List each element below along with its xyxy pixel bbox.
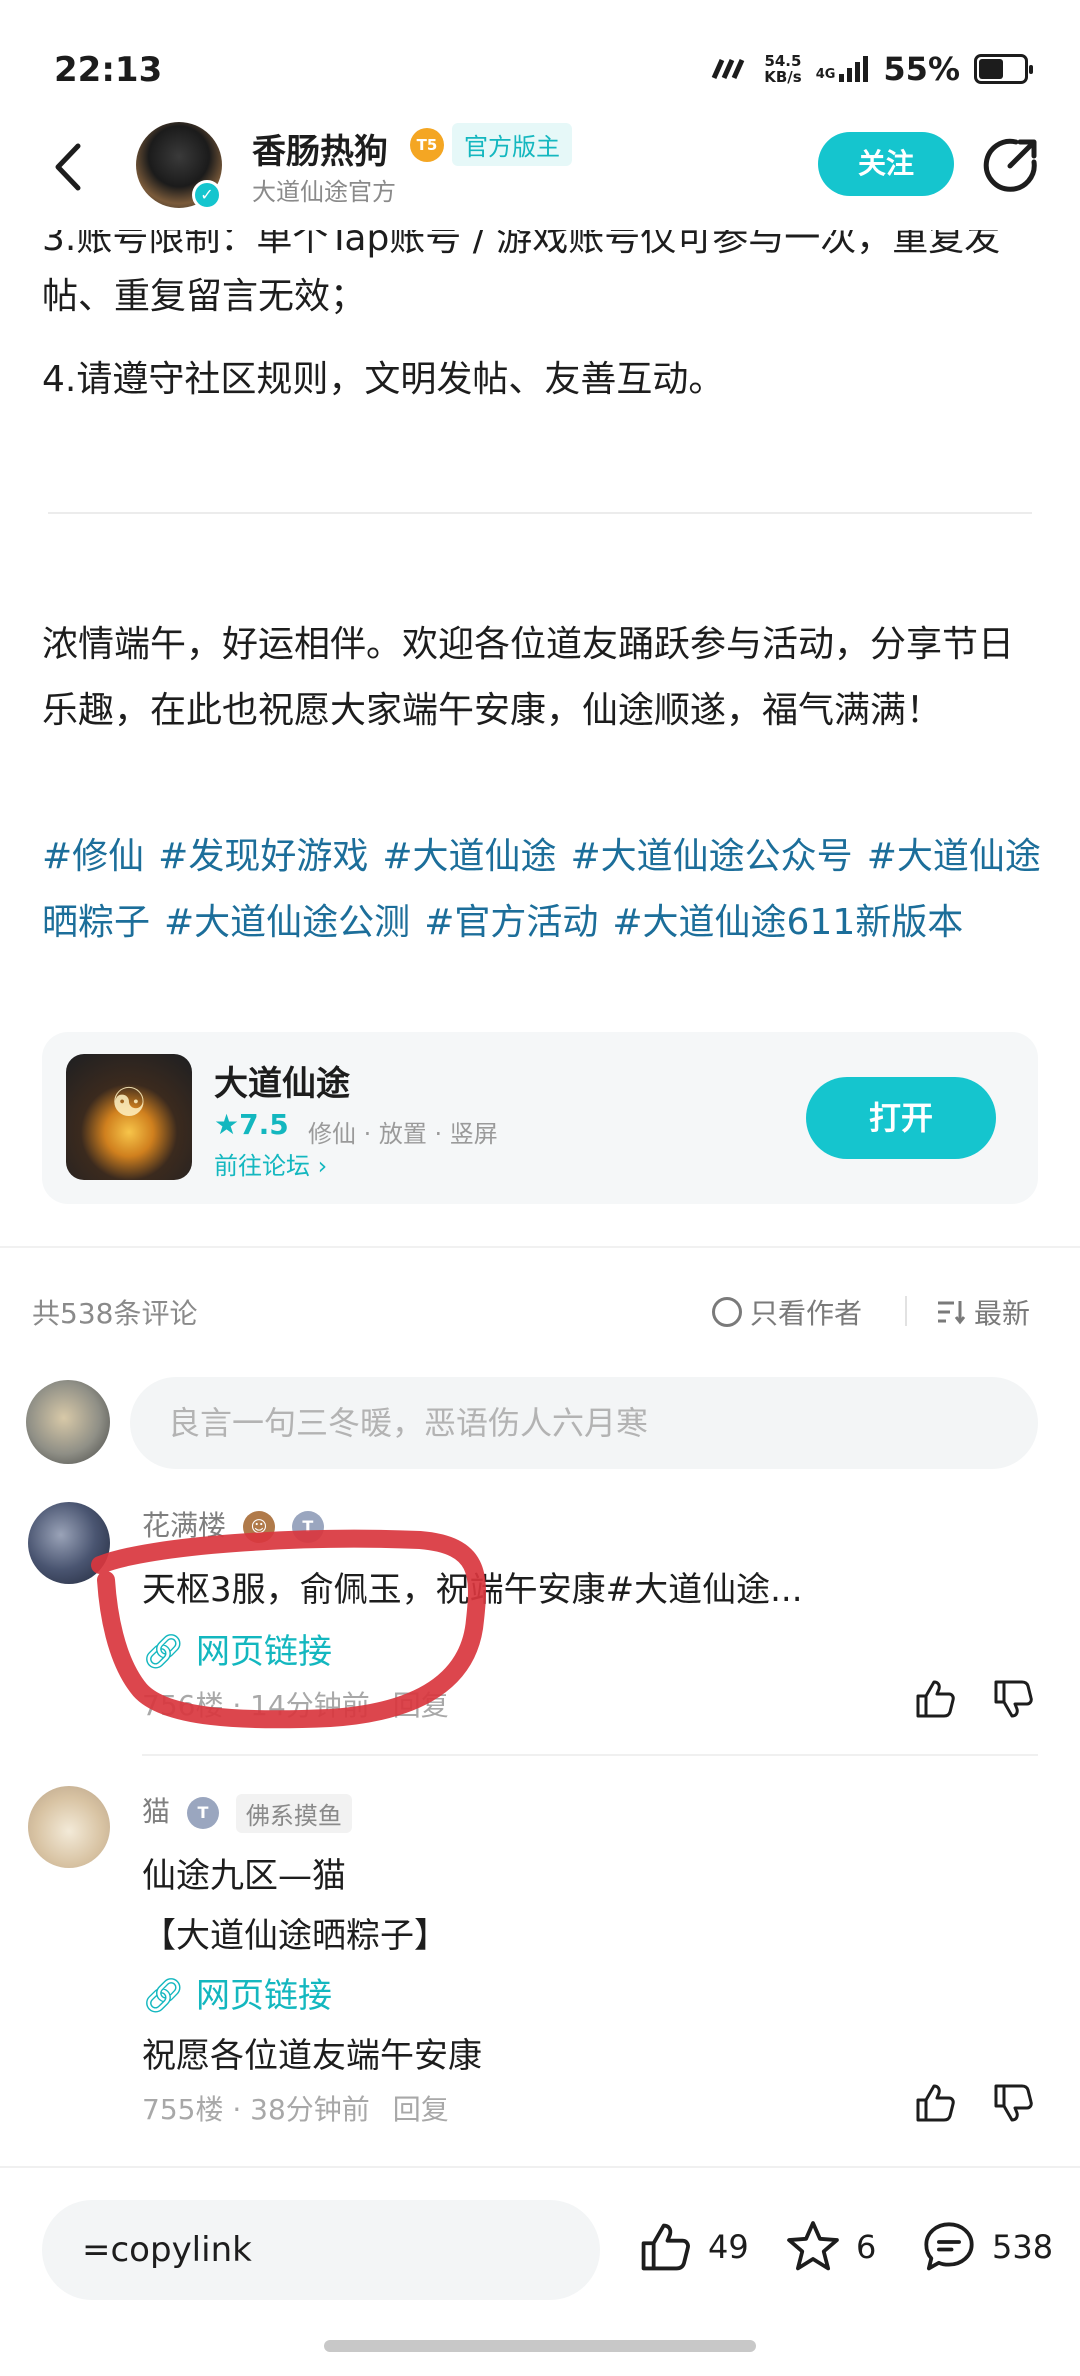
forum-link[interactable]: 前往论坛 › bbox=[214, 1146, 327, 1181]
star-icon bbox=[787, 2221, 839, 2271]
rule-4-text: 4.请遵守社区规则，文明发帖、友善互动。 bbox=[42, 359, 725, 400]
level-badge-icon: T5 bbox=[410, 128, 444, 162]
app-rating: ★7.5 bbox=[214, 1108, 289, 1141]
comment-user[interactable]: 花满楼 ☺ T bbox=[142, 1504, 324, 1544]
like-count: 49 bbox=[708, 2228, 749, 2266]
author-subtitle: 大道仙途官方 bbox=[252, 178, 396, 206]
verified-icon: ✓ bbox=[192, 180, 222, 210]
reply-input[interactable]: =copylink bbox=[42, 2200, 600, 2300]
hashtag[interactable]: #大道仙途公测 bbox=[164, 902, 410, 943]
comment-bubble-icon bbox=[924, 2222, 974, 2271]
status-bar: 22:13 54.5 KB/s 4G 55% bbox=[0, 0, 1080, 120]
hashtag[interactable]: #修仙 bbox=[42, 836, 144, 877]
link-icon: 🔗︎ bbox=[142, 1632, 186, 1672]
comment-meta: 755楼 · 38分钟前 回复 bbox=[142, 2093, 449, 2126]
battery-percent: 55% bbox=[883, 50, 960, 88]
thumbs-up-icon[interactable] bbox=[912, 2080, 958, 2126]
comment-count-bottom: 538 bbox=[992, 2228, 1054, 2266]
radio-icon bbox=[712, 1297, 742, 1327]
star-icon: ★ bbox=[214, 1108, 240, 1141]
hashtag[interactable]: #大道仙途公众号 bbox=[571, 836, 853, 877]
battery-icon bbox=[974, 54, 1033, 84]
favorite-count: 6 bbox=[856, 2228, 877, 2266]
comment-text-line: 【大道仙途晒粽子】 bbox=[142, 1916, 448, 1956]
section-divider bbox=[0, 1246, 1080, 1248]
comment-input[interactable]: 良言一句三冬暖，恶语伤人六月寒 bbox=[130, 1377, 1038, 1469]
author-name[interactable]: 香肠热狗 bbox=[252, 124, 388, 173]
signal-icon: 4G bbox=[816, 56, 870, 82]
hashtag[interactable]: #发现好游戏 bbox=[158, 836, 368, 877]
signal-bars-icon bbox=[839, 56, 869, 82]
reply-button[interactable]: 回复 bbox=[393, 1689, 449, 1722]
sort-icon bbox=[938, 1301, 966, 1325]
hashtag[interactable]: #官方活动 bbox=[424, 902, 598, 943]
follow-button[interactable]: 关注 bbox=[818, 132, 954, 196]
app-genres: 修仙 · 放置 · 竖屏 bbox=[308, 1120, 498, 1148]
web-link[interactable]: 🔗︎ 网页链接 bbox=[142, 1624, 332, 1673]
comment-text: 天枢3服，俞佩玉，祝端午安康#大道仙途... bbox=[142, 1570, 803, 1610]
comment-avatar[interactable] bbox=[28, 1786, 110, 1868]
role-badge: 官方版主 bbox=[452, 123, 572, 166]
thumbs-up-icon[interactable] bbox=[912, 1676, 958, 1722]
my-avatar bbox=[26, 1380, 110, 1464]
sort-latest-button[interactable]: 最新 bbox=[936, 1292, 1030, 1332]
only-author-toggle[interactable]: 只看作者 bbox=[712, 1292, 862, 1332]
level-badge-icon: T bbox=[291, 1511, 324, 1543]
meditating-figure-icon: ☯ bbox=[111, 1080, 147, 1126]
chevron-right-icon: › bbox=[317, 1152, 328, 1180]
comments-button[interactable]: 538 bbox=[920, 2218, 1053, 2276]
nfc-icon bbox=[711, 58, 745, 80]
comment-user[interactable]: 猫 T 佛系摸鱼 bbox=[142, 1790, 352, 1833]
battery-level bbox=[979, 59, 1003, 79]
comment-divider bbox=[142, 1754, 1038, 1756]
greeting-text: 浓情端午，好运相伴。欢迎各位道友踊跃参与活动，分享节日乐趣，在此也祝愿大家端午安… bbox=[42, 624, 1015, 731]
status-indicators: 54.5 KB/s 4G 55% bbox=[710, 50, 1033, 88]
comment-meta: 756楼 · 14分钟前 回复 bbox=[142, 1689, 449, 1722]
filter-separator bbox=[905, 1296, 907, 1326]
comment-text-line: 仙途九区—猫 bbox=[142, 1856, 346, 1896]
share-icon[interactable] bbox=[982, 136, 1040, 194]
app-name: 大道仙途 bbox=[214, 1064, 350, 1104]
network-speed: 54.5 KB/s bbox=[764, 52, 802, 86]
character-badge-icon: ☺ bbox=[242, 1511, 275, 1543]
reply-button[interactable]: 回复 bbox=[393, 2093, 449, 2126]
hashtag[interactable]: #大道仙途 bbox=[382, 836, 556, 877]
home-indicator[interactable] bbox=[324, 2340, 756, 2352]
comment-text-line: 祝愿各位道友端午安康 bbox=[142, 2036, 482, 2076]
thumbs-down-icon[interactable] bbox=[990, 1676, 1036, 1722]
hashtag[interactable]: #大道仙途611新版本 bbox=[612, 902, 963, 943]
link-icon: 🔗︎ bbox=[142, 1976, 186, 2016]
content-divider bbox=[48, 512, 1032, 514]
thumbs-up-icon bbox=[641, 2223, 690, 2271]
level-badge-icon: T bbox=[186, 1797, 219, 1829]
back-icon[interactable] bbox=[44, 132, 94, 202]
app-icon: ☯ bbox=[66, 1054, 192, 1180]
comment-count: 共538条评论 bbox=[32, 1297, 198, 1330]
user-tag: 佛系摸鱼 bbox=[235, 1793, 352, 1833]
hashtag-list: #修仙 #发现好游戏 #大道仙途 #大道仙途公众号 #大道仙途晒粽子 #大道仙途公测 #官方… bbox=[42, 824, 1047, 956]
open-app-button[interactable]: 打开 bbox=[806, 1077, 996, 1159]
web-link[interactable]: 🔗︎ 网页链接 bbox=[142, 1968, 332, 2017]
post-header: ✓ 香肠热狗 T5 官方版主 大道仙途官方 关注 bbox=[0, 110, 1080, 230]
thumbs-down-icon[interactable] bbox=[990, 2080, 1036, 2126]
game-app-card[interactable]: ☯ 大道仙途 ★7.5 修仙 · 放置 · 竖屏 前往论坛 › 打开 bbox=[42, 1032, 1038, 1204]
comment-avatar[interactable] bbox=[28, 1502, 110, 1584]
favorite-button[interactable]: 6 bbox=[784, 2218, 876, 2276]
like-button[interactable]: 49 bbox=[636, 2218, 749, 2276]
status-time: 22:13 bbox=[54, 50, 163, 90]
